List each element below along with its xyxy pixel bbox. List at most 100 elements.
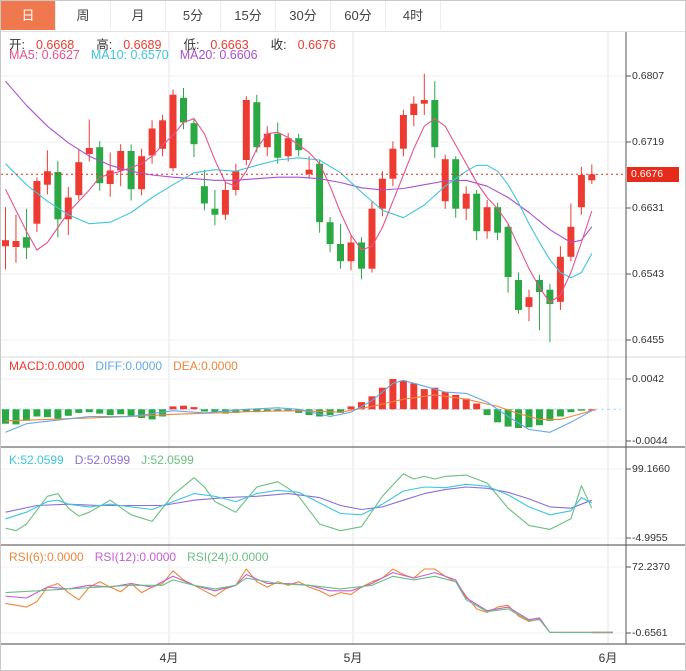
axis-label: 72.2370: [632, 561, 670, 573]
kdj-value-label: K:52.0599: [9, 453, 64, 467]
kdj-d-line: [6, 487, 592, 512]
rsi-label-row: RSI(6):0.0000 RSI(12):0.0000 RSI(24):0.000…: [9, 550, 280, 564]
ma-value-label: MA10: 0.6570: [91, 48, 169, 62]
macd-bar-neg: [117, 409, 124, 414]
candle-body-up: [13, 241, 20, 247]
candle-body-up: [442, 159, 449, 201]
rsi-value-label: RSI(6):0.0000: [9, 550, 84, 564]
axis-label: 99.1660: [632, 463, 670, 475]
x-axis-month-label: 5月: [344, 649, 363, 666]
candle-body-up: [379, 179, 386, 209]
macd-bar-neg: [567, 409, 574, 412]
macd-bar-neg: [578, 409, 585, 410]
candle-body-down: [274, 134, 281, 158]
kdj-label-row: K:52.0599 D:52.0599 J:52.0599: [9, 453, 205, 467]
kdj-j-line: [6, 474, 592, 531]
candle-body-up: [400, 115, 407, 149]
kdj-value-label: D:52.0599: [75, 453, 130, 467]
macd-bar-pos: [191, 407, 198, 409]
ma-info-row: MA5: 0.6627MA10: 0.6570MA20: 0.6606: [9, 48, 269, 62]
ohlc-value: 0.6676: [298, 38, 336, 52]
macd-bar-pos: [180, 406, 187, 410]
macd-bar-neg: [86, 409, 93, 412]
macd-bar-neg: [515, 409, 522, 428]
macd-bar-pos: [588, 409, 595, 410]
candle-body-down: [191, 123, 198, 144]
axis-label: 0.0042: [632, 373, 664, 385]
candle-body-down: [253, 102, 260, 147]
candle-body-down: [337, 244, 344, 261]
macd-bar-pos: [170, 406, 177, 409]
macd-bar-neg: [107, 409, 114, 415]
current-price-badge: 0.6676: [627, 167, 679, 182]
macd-bar-neg: [2, 409, 9, 423]
candle-body-up: [149, 129, 156, 156]
macd-bar-neg: [33, 409, 40, 416]
tab-period-2[interactable]: 周: [56, 1, 111, 30]
candle-body-down: [515, 280, 522, 310]
tab-period-6[interactable]: 30分: [276, 1, 331, 30]
tab-period-7[interactable]: 60分: [331, 1, 386, 30]
macd-bar-neg: [201, 409, 208, 411]
macd-bar-pos: [442, 392, 449, 409]
macd-label-row: MACD:0.0000DIFF:0.0000DEA:0.0000: [9, 359, 249, 373]
candle-body-up: [348, 243, 355, 262]
axis-label: -0.0044: [632, 435, 668, 447]
candle-body-down: [473, 194, 480, 232]
ma-value-label: MA20: 0.6606: [180, 48, 258, 62]
candle-body-down: [494, 207, 501, 233]
candle-body-down: [327, 222, 334, 244]
candle-body-up: [2, 240, 9, 246]
macd-bar-neg: [75, 409, 82, 413]
tab-period-3[interactable]: 月: [111, 1, 166, 30]
candle-body-down: [201, 186, 208, 203]
rsi-value-label: RSI(24):0.0000: [187, 550, 268, 564]
tab-period-1[interactable]: 日: [1, 1, 56, 30]
candle-body-down: [431, 100, 438, 147]
candle-body-up: [526, 297, 533, 307]
macd-bar-neg: [138, 409, 145, 418]
macd-bar-pos: [348, 406, 355, 409]
axis-label: 0.6807: [632, 70, 664, 82]
macd-bar-pos: [473, 404, 480, 410]
candle-body-up: [369, 209, 376, 269]
x-axis-month-label: 4月: [160, 649, 179, 666]
candle-body-up: [86, 148, 93, 154]
ohlc-label: 收:: [271, 38, 287, 52]
macd-bar-neg: [13, 409, 20, 424]
macd-bar-neg: [557, 409, 564, 416]
candle-body-down: [54, 172, 61, 219]
candle-body-up: [243, 100, 250, 160]
candle-body-up: [410, 104, 417, 115]
axis-label: -4.9955: [632, 532, 668, 544]
rsi-value-label: RSI(12):0.0000: [95, 550, 176, 564]
candle-body-up: [421, 100, 428, 104]
tab-period-4[interactable]: 5分: [166, 1, 221, 30]
candle-body-down: [505, 227, 512, 277]
macd-bar-pos: [410, 383, 417, 409]
diff-line: [6, 380, 592, 432]
candle-body-down: [211, 209, 218, 215]
tab-period-8[interactable]: 4时: [386, 1, 441, 30]
macd-bar-neg: [96, 409, 103, 413]
axis-label: -0.6561: [632, 627, 668, 639]
kdj-k-line: [6, 484, 592, 519]
macd-value-label: DIFF:0.0000: [95, 359, 162, 373]
candle-body-up: [75, 162, 82, 195]
macd-value-label: MACD:0.0000: [9, 359, 84, 373]
macd-bar-neg: [23, 409, 30, 421]
macd-bar-neg: [65, 409, 72, 416]
candle-body-up: [107, 171, 114, 185]
candle-body-up: [264, 134, 271, 148]
axis-label: 0.6455: [632, 334, 664, 346]
macd-bar-neg: [536, 409, 543, 425]
kdj-value-label: J:52.0599: [141, 453, 194, 467]
candle-body-down: [23, 237, 30, 248]
candle-body-up: [306, 170, 313, 175]
candle-body-down: [452, 159, 459, 209]
tab-period-5[interactable]: 15分: [221, 1, 276, 30]
candle-body-up: [578, 175, 585, 207]
macd-bar-pos: [400, 380, 407, 409]
candle-body-up: [33, 181, 40, 224]
axis-label: 0.6719: [632, 136, 664, 148]
